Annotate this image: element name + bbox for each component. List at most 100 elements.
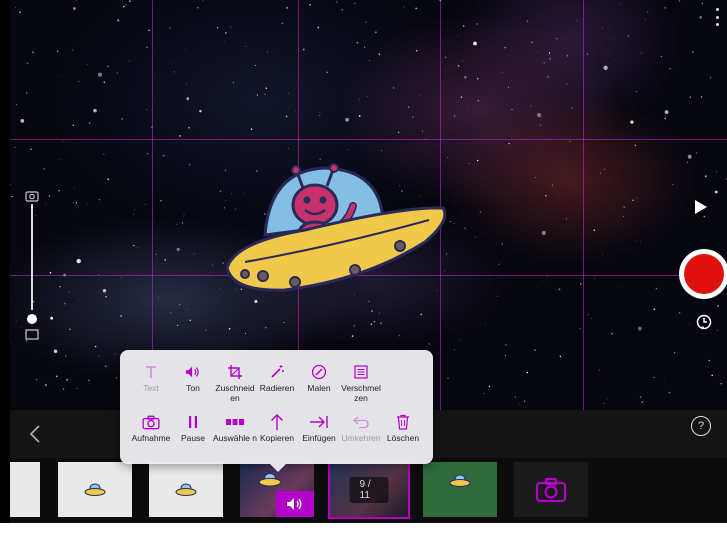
timeline-frame[interactable] <box>423 462 497 517</box>
menu-item-ton[interactable]: Ton <box>172 362 214 394</box>
star <box>264 93 266 96</box>
star <box>701 2 704 4</box>
star <box>708 359 710 362</box>
star <box>462 25 465 27</box>
menu-item-umkehren[interactable]: Umkehren <box>340 412 382 444</box>
pause-icon <box>189 416 197 428</box>
star <box>647 11 649 13</box>
star <box>336 1 338 3</box>
play-button[interactable] <box>687 193 715 221</box>
menu-caret <box>270 464 286 472</box>
insert-icon <box>310 416 328 428</box>
star <box>146 153 149 155</box>
star <box>162 154 165 157</box>
help-button[interactable]: ? <box>691 416 711 436</box>
star <box>121 118 123 120</box>
menu-item-pause[interactable]: Pause <box>172 412 214 444</box>
star <box>146 46 148 48</box>
star <box>53 349 58 354</box>
star <box>514 396 516 398</box>
star <box>97 72 103 77</box>
star <box>359 99 361 100</box>
star <box>186 97 190 100</box>
record-button[interactable] <box>679 249 727 299</box>
star <box>556 38 558 40</box>
frame-edit-menu: Text Ton Zuschneid en Radieren Malen Ver… <box>120 350 433 472</box>
star <box>164 259 167 261</box>
star <box>717 329 718 331</box>
star <box>116 72 118 74</box>
star <box>254 65 256 66</box>
star <box>86 203 88 204</box>
star <box>245 45 247 47</box>
star <box>74 212 76 214</box>
star <box>281 22 284 25</box>
star <box>457 35 458 36</box>
ufo-thumbnail-icon <box>175 483 197 496</box>
star <box>419 95 421 97</box>
timeline-frame[interactable] <box>149 462 223 517</box>
star <box>170 312 172 314</box>
timeline-frame-selected[interactable]: 9 / 11 <box>328 460 410 519</box>
zoom-slider[interactable] <box>22 190 42 340</box>
timeline-frame[interactable] <box>10 462 40 517</box>
star <box>103 153 105 155</box>
slider-track <box>31 204 33 310</box>
star <box>586 53 588 55</box>
star <box>168 62 170 64</box>
menu-item-einfuegen[interactable]: Einfügen <box>298 412 340 444</box>
menu-item-malen[interactable]: Malen <box>298 362 340 394</box>
star <box>474 236 476 238</box>
sound-badge[interactable] <box>276 491 314 517</box>
star <box>72 49 74 51</box>
star <box>59 286 61 288</box>
chevron-left-icon[interactable] <box>28 424 42 444</box>
star <box>614 59 615 61</box>
animation-canvas[interactable] <box>10 0 727 410</box>
star <box>686 161 689 164</box>
star <box>504 355 506 357</box>
star <box>408 106 410 108</box>
star <box>704 175 707 178</box>
star <box>498 263 500 265</box>
alien-ufo-sprite[interactable] <box>215 150 455 305</box>
menu-item-text[interactable]: Text <box>130 362 172 394</box>
menu-item-radieren[interactable]: Radieren <box>256 362 298 394</box>
ufo-thumbnail-icon <box>258 472 282 487</box>
menu-item-aufnahme[interactable]: Aufnahme <box>130 412 172 444</box>
star <box>543 280 545 282</box>
star <box>558 194 559 196</box>
star <box>546 276 548 277</box>
star <box>63 140 65 142</box>
star <box>367 96 368 97</box>
menu-item-zuschneiden[interactable]: Zuschneid en <box>214 362 256 403</box>
menu-item-loeschen[interactable]: Löschen <box>382 412 424 444</box>
star <box>250 128 253 130</box>
star <box>519 404 520 405</box>
star <box>86 64 88 66</box>
more-options-icon[interactable] <box>716 8 720 26</box>
timeline-frame[interactable] <box>58 462 132 517</box>
star <box>256 94 258 96</box>
star <box>468 162 470 164</box>
star <box>545 195 547 197</box>
star <box>687 154 692 159</box>
menu-item-kopieren[interactable]: Kopieren <box>256 412 298 444</box>
star <box>612 38 614 39</box>
menu-item-verschmelzen[interactable]: Verschmel zen <box>340 362 382 403</box>
star <box>77 300 79 301</box>
star <box>599 172 601 174</box>
slider-knob[interactable] <box>27 314 37 324</box>
add-frame-camera-button[interactable] <box>514 462 588 517</box>
star <box>105 295 107 298</box>
star <box>620 287 622 288</box>
star <box>447 377 449 380</box>
star <box>75 202 78 204</box>
timer-button[interactable] <box>693 311 715 333</box>
star <box>73 202 74 204</box>
undo-icon <box>353 416 369 429</box>
star <box>679 312 681 314</box>
star <box>664 377 665 379</box>
frame-timeline[interactable]: 9 / 11 <box>10 458 727 523</box>
menu-item-auswaehlen[interactable]: Auswähle n <box>213 412 257 444</box>
